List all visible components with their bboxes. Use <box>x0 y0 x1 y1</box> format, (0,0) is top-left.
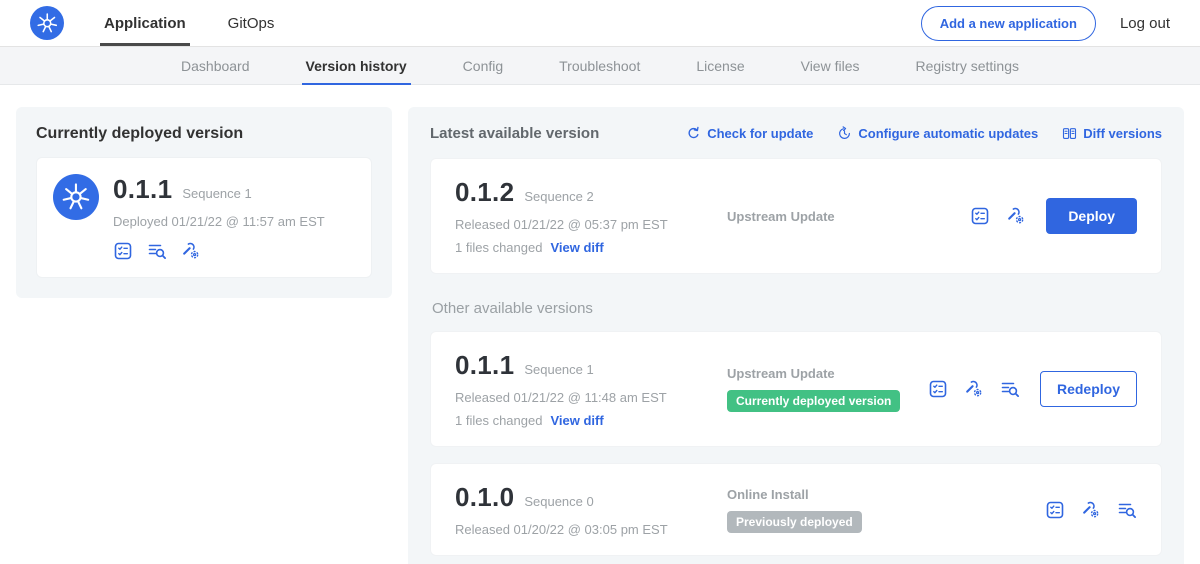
released-timestamp: Released 01/21/22 @ 11:48 am EST <box>455 390 723 405</box>
columns-diff-icon <box>1062 126 1077 141</box>
previously-deployed-badge: Previously deployed <box>727 511 862 533</box>
add-application-button[interactable]: Add a new application <box>921 6 1096 41</box>
version-info: 0.1.1 Sequence 1 Released 01/21/22 @ 11:… <box>455 350 723 428</box>
version-actions <box>1045 500 1137 520</box>
version-card-latest: 0.1.2 Sequence 2 Released 01/21/22 @ 05:… <box>430 158 1162 274</box>
tab-application[interactable]: Application <box>92 0 198 46</box>
subnav-license[interactable]: License <box>696 47 744 85</box>
kubernetes-logo-icon[interactable] <box>30 6 64 40</box>
diff-icon[interactable] <box>1117 500 1137 520</box>
subnav-troubleshoot[interactable]: Troubleshoot <box>559 47 640 85</box>
version-actions: Redeploy <box>928 371 1137 407</box>
version-source: Online Install Previously deployed <box>723 487 1045 533</box>
currently-deployed-badge: Currently deployed version <box>727 390 900 412</box>
release-notes-icon[interactable] <box>970 206 990 226</box>
schedule-icon <box>837 126 852 141</box>
deployed-sequence-label: Sequence 1 <box>182 186 251 201</box>
subnav-version-history[interactable]: Version history <box>306 47 407 85</box>
currently-deployed-panel: Currently deployed version 0.1.1 Sequenc… <box>16 107 392 298</box>
configure-automatic-updates-link[interactable]: Configure automatic updates <box>837 126 1038 141</box>
released-timestamp: Released 01/21/22 @ 05:37 pm EST <box>455 217 723 232</box>
sequence-label: Sequence 1 <box>524 362 593 377</box>
top-navbar: Application GitOps Add a new application… <box>0 0 1200 47</box>
edit-config-icon[interactable] <box>964 379 984 399</box>
diff-icon[interactable] <box>147 241 167 261</box>
sequence-label: Sequence 0 <box>524 494 593 509</box>
deployed-version-number: 0.1.1 <box>113 174 172 205</box>
refresh-icon <box>686 126 701 141</box>
version-info: 0.1.0 Sequence 0 Released 01/20/22 @ 03:… <box>455 482 723 537</box>
view-diff-link[interactable]: View diff <box>550 240 603 255</box>
edit-config-icon[interactable] <box>181 241 201 261</box>
subnav-dashboard[interactable]: Dashboard <box>181 47 250 85</box>
header-actions: Check for update Configure automatic upd… <box>686 126 1162 141</box>
version-actions: Deploy <box>970 198 1137 234</box>
logout-link[interactable]: Log out <box>1120 15 1170 32</box>
other-versions-title: Other available versions <box>432 300 1160 317</box>
source-label: Online Install <box>727 487 1045 502</box>
edit-config-icon[interactable] <box>1006 206 1026 226</box>
sequence-label: Sequence 2 <box>524 189 593 204</box>
app-subnav: Dashboard Version history Config Trouble… <box>0 47 1200 85</box>
configure-automatic-updates-label: Configure automatic updates <box>858 126 1038 141</box>
diff-versions-link[interactable]: Diff versions <box>1062 126 1162 141</box>
navbar-right: Add a new application Log out <box>921 6 1170 41</box>
version-info: 0.1.2 Sequence 2 Released 01/21/22 @ 05:… <box>455 177 723 255</box>
version-number: 0.1.2 <box>455 177 514 208</box>
source-label: Upstream Update <box>727 209 970 224</box>
version-number: 0.1.1 <box>455 350 514 381</box>
release-notes-icon[interactable] <box>113 241 133 261</box>
version-source: Upstream Update Currently deployed versi… <box>723 366 928 412</box>
tab-gitops[interactable]: GitOps <box>216 0 287 46</box>
release-notes-icon[interactable] <box>1045 500 1065 520</box>
version-card-deployed: 0.1.1 Sequence 1 Released 01/21/22 @ 11:… <box>430 331 1162 447</box>
subnav-registry-settings[interactable]: Registry settings <box>916 47 1019 85</box>
deployed-icon-row <box>113 241 325 261</box>
diff-versions-label: Diff versions <box>1083 126 1162 141</box>
app-logo-icon <box>53 174 99 220</box>
release-notes-icon[interactable] <box>928 379 948 399</box>
deployed-panel-title: Currently deployed version <box>36 125 372 143</box>
edit-config-icon[interactable] <box>1081 500 1101 520</box>
latest-title: Latest available version <box>430 125 599 142</box>
check-for-update-link[interactable]: Check for update <box>686 126 813 141</box>
redeploy-button[interactable]: Redeploy <box>1040 371 1137 407</box>
files-changed-label: 1 files changed <box>455 413 542 428</box>
app-nav-tabs: Application GitOps <box>92 0 304 46</box>
files-changed-label: 1 files changed <box>455 240 542 255</box>
diff-icon[interactable] <box>1000 379 1020 399</box>
check-for-update-label: Check for update <box>707 126 813 141</box>
version-number: 0.1.0 <box>455 482 514 513</box>
deployed-version-card: 0.1.1 Sequence 1 Deployed 01/21/22 @ 11:… <box>36 157 372 278</box>
main-content: Currently deployed version 0.1.1 Sequenc… <box>0 85 1200 564</box>
latest-header: Latest available version Check for updat… <box>430 125 1162 142</box>
subnav-view-files[interactable]: View files <box>801 47 860 85</box>
version-card-previous: 0.1.0 Sequence 0 Released 01/20/22 @ 03:… <box>430 463 1162 556</box>
deployed-timestamp: Deployed 01/21/22 @ 11:57 am EST <box>113 214 325 229</box>
view-diff-link[interactable]: View diff <box>550 413 603 428</box>
deployed-info: 0.1.1 Sequence 1 Deployed 01/21/22 @ 11:… <box>113 174 325 261</box>
released-timestamp: Released 01/20/22 @ 03:05 pm EST <box>455 522 723 537</box>
version-source: Upstream Update <box>723 209 970 224</box>
deploy-button[interactable]: Deploy <box>1046 198 1137 234</box>
source-label: Upstream Update <box>727 366 928 381</box>
subnav-config[interactable]: Config <box>463 47 503 85</box>
version-history-panel: Latest available version Check for updat… <box>408 107 1184 564</box>
